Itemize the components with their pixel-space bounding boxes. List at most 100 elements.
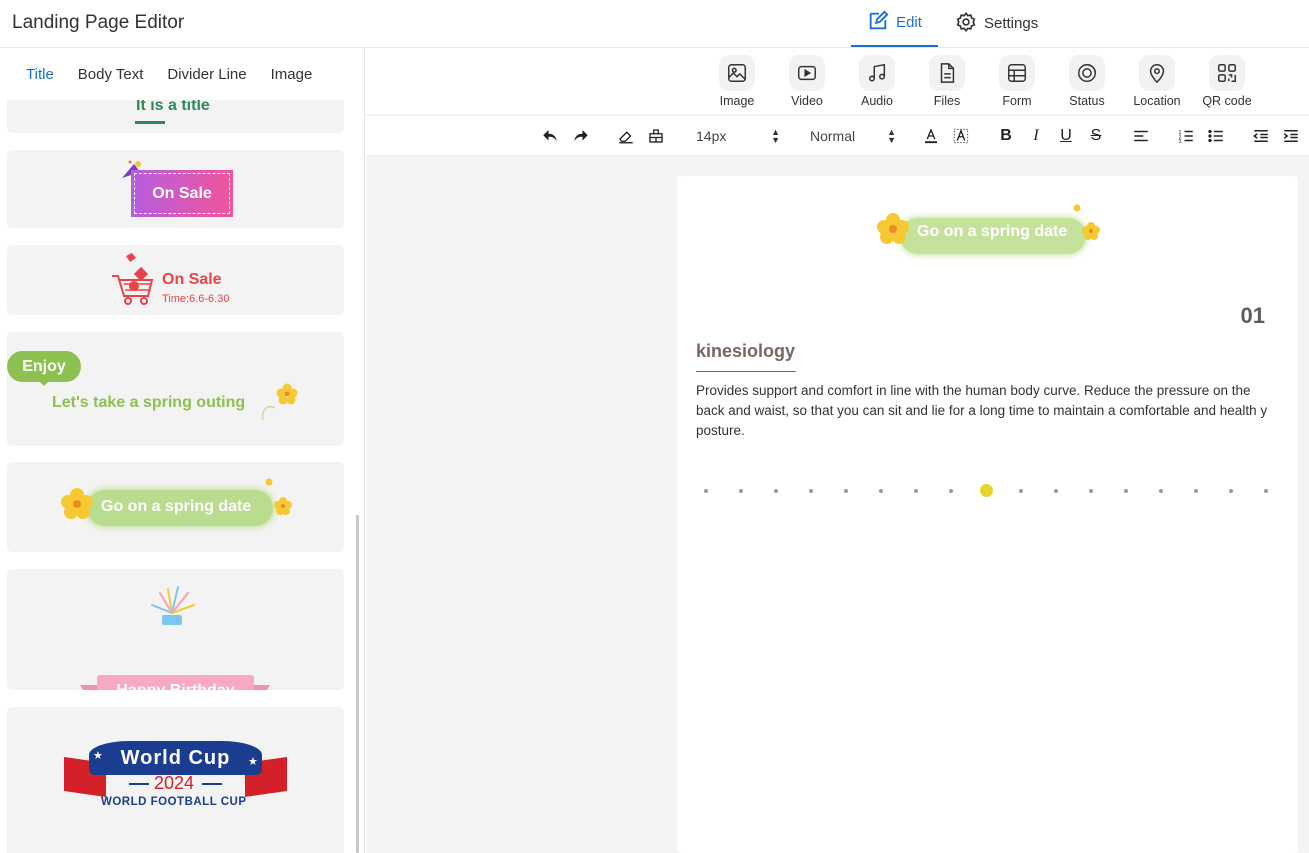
template-card-title[interactable]: It is a title — [7, 100, 344, 133]
insert-toolbar: Image Video Audio Files Form Status Loca… — [366, 48, 1309, 115]
pagination-dot-active[interactable] — [979, 484, 993, 497]
on-sale-badge: On Sale — [131, 170, 233, 217]
shopping-cart-icon — [112, 253, 154, 305]
outdent-button[interactable] — [1251, 125, 1271, 147]
enjoy-tag-pointer — [38, 380, 50, 386]
insert-files-label: Files — [933, 94, 961, 108]
editor-area: Image Video Audio Files Form Status Loca… — [366, 48, 1309, 853]
title-underline — [135, 121, 165, 124]
format-painter-button[interactable] — [646, 125, 666, 147]
template-card-world-cup[interactable]: World Cup ★ ★ 2024 WORLD FOOTBALL CUP — [7, 707, 344, 853]
indent-icon — [1283, 130, 1298, 142]
page-canvas[interactable]: Go on a spring date 01 kinesiology Provi… — [677, 176, 1298, 853]
pagination-dot[interactable] — [1019, 489, 1023, 493]
outdent-icon — [1253, 130, 1268, 142]
highlight-icon — [953, 128, 969, 144]
strikethrough-button[interactable]: S — [1086, 125, 1106, 147]
flower-icon — [265, 478, 273, 486]
align-left-icon — [1134, 130, 1148, 142]
template-card-spring-date[interactable]: Go on a spring date — [7, 462, 344, 552]
pagination-dot[interactable] — [704, 489, 708, 493]
section-body-text[interactable]: Provides support and comfort in line wit… — [696, 381, 1280, 441]
divider — [202, 783, 222, 785]
bullet-list-button[interactable] — [1206, 125, 1226, 147]
undo-button[interactable] — [540, 125, 560, 147]
section-heading[interactable]: kinesiology — [696, 341, 795, 362]
pagination-dot[interactable] — [879, 489, 883, 493]
tab-settings-label: Settings — [984, 15, 1039, 32]
insert-location-button[interactable]: Location — [1122, 55, 1192, 108]
pagination-dot[interactable] — [809, 489, 813, 493]
font-color-button[interactable] — [921, 125, 941, 147]
template-card-on-sale[interactable]: On Sale — [7, 150, 344, 228]
insert-location-label: Location — [1133, 94, 1181, 108]
insert-form-button[interactable]: Form — [982, 55, 1052, 108]
canvas-banner-text[interactable]: Go on a spring date — [917, 223, 1067, 241]
image-icon — [728, 64, 746, 82]
underline-icon: U — [1060, 127, 1072, 144]
pagination-dot[interactable] — [1159, 489, 1163, 493]
italic-button[interactable]: I — [1026, 125, 1046, 147]
block-style-select[interactable]: Normal ▲ ▼ — [810, 125, 896, 147]
insert-video-button[interactable]: Video — [772, 55, 842, 108]
pagination-dot[interactable] — [1054, 489, 1058, 493]
world-football-cup-text: WORLD FOOTBALL CUP — [101, 796, 247, 808]
bullet-list-icon — [1208, 129, 1223, 143]
pagination-dot[interactable] — [1194, 489, 1198, 493]
insert-status-button[interactable]: Status — [1052, 55, 1122, 108]
happy-birthday-text: Happy Birthday — [97, 675, 254, 690]
status-icon — [1078, 64, 1096, 82]
insert-video-label: Video — [791, 94, 823, 108]
ordered-list-button[interactable]: 123 — [1176, 125, 1196, 147]
template-card-spring-outing[interactable]: Enjoy Let's take a spring outing — [7, 332, 344, 446]
insert-image-label: Image — [719, 94, 755, 108]
divider — [129, 783, 149, 785]
pagination-dot[interactable] — [1229, 489, 1233, 493]
sidebar-tab-divider-line[interactable]: Divider Line — [155, 66, 258, 83]
tab-edit[interactable]: Edit — [851, 0, 938, 47]
sidebar-scrollbar-thumb[interactable] — [356, 515, 359, 853]
font-size-value: 14px — [696, 128, 727, 144]
insert-qr-code-button[interactable]: QR code — [1192, 55, 1262, 108]
insert-qr-code-label: QR code — [1202, 94, 1252, 108]
enjoy-tag: Enjoy — [7, 351, 81, 382]
align-left-button[interactable] — [1131, 125, 1151, 147]
indent-button[interactable] — [1281, 125, 1301, 147]
sidebar-tab-image[interactable]: Image — [259, 66, 325, 83]
qr-code-icon — [1218, 64, 1236, 82]
world-cup-text: World Cup — [89, 741, 262, 775]
pagination-dot[interactable] — [949, 489, 953, 493]
pagination-dot[interactable] — [774, 489, 778, 493]
template-card-on-sale-cart[interactable]: On Sale Time:6.6-6.30 — [7, 245, 344, 315]
video-icon — [798, 65, 816, 81]
flower-icon — [877, 213, 909, 244]
pagination-dot[interactable] — [914, 489, 918, 493]
heading-divider — [696, 371, 796, 372]
font-size-select[interactable]: 14px ▲ ▼ — [696, 125, 780, 147]
sidebar-tab-body-text[interactable]: Body Text — [66, 66, 156, 83]
insert-files-button[interactable]: Files — [912, 55, 982, 108]
underline-button[interactable]: U — [1056, 125, 1076, 147]
on-sale-time-text: Time:6.6-6.30 — [162, 293, 230, 305]
insert-audio-label: Audio — [861, 94, 893, 108]
pagination-dot[interactable] — [1089, 489, 1093, 493]
pagination-dot[interactable] — [1264, 489, 1268, 493]
spring-outing-text: Let's take a spring outing — [52, 394, 246, 411]
clear-format-button[interactable] — [616, 125, 636, 147]
gear-icon — [955, 11, 977, 37]
section-number[interactable]: 01 — [1241, 303, 1265, 329]
app-title: Landing Page Editor — [12, 12, 185, 33]
highlight-color-button[interactable] — [951, 125, 971, 147]
redo-icon — [574, 130, 588, 142]
pagination-dot[interactable] — [844, 489, 848, 493]
top-bar: Landing Page Editor Edit Settings — [0, 0, 1309, 48]
pagination-dot[interactable] — [739, 489, 743, 493]
insert-audio-button[interactable]: Audio — [842, 55, 912, 108]
bold-button[interactable]: B — [996, 125, 1016, 147]
redo-button[interactable] — [571, 125, 591, 147]
template-card-happy-birthday[interactable]: Happy Birthday — [7, 569, 344, 690]
sidebar-tab-title[interactable]: Title — [14, 66, 66, 83]
pagination-dot[interactable] — [1124, 489, 1128, 493]
tab-settings[interactable]: Settings — [955, 0, 1038, 47]
insert-image-button[interactable]: Image — [702, 55, 772, 108]
